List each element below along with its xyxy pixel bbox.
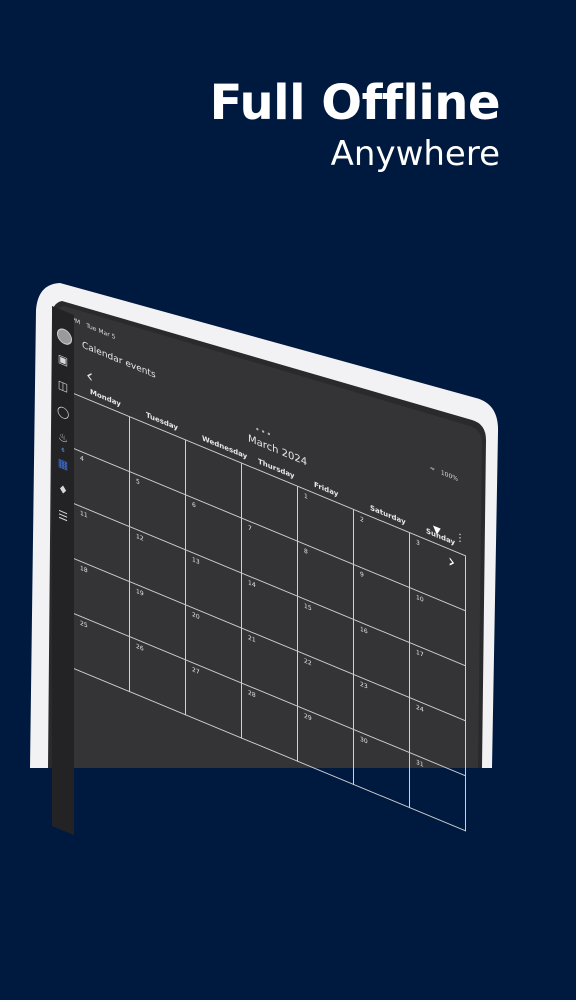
calendar-icon[interactable]: ▦	[57, 455, 69, 473]
tag-icon[interactable]: ♦	[57, 482, 69, 499]
book-icon[interactable]: ◫	[57, 377, 69, 395]
bell-badge: 6	[61, 446, 65, 455]
people-icon[interactable]: ◯	[57, 403, 69, 421]
menu-icon[interactable]: ☰	[57, 508, 69, 525]
tablet-device: 3:00 PM Tue Mar 5 ≈ 100% ▣ ◫ ◯ ♨6 ▦ ♦ ☰ …	[0, 0, 576, 836]
wifi-icon: ≈	[429, 464, 435, 474]
document-icon[interactable]: ▣	[57, 351, 69, 369]
avatar[interactable]	[57, 326, 72, 348]
back-chevron-icon[interactable]: ‹	[86, 364, 93, 388]
month-grid: 1 2 3 4 5 6 7 8 9 10 11 12 13 14 15 16 17 18 19 20 21 22 23 24 2…	[74, 393, 466, 832]
bell-icon[interactable]: ♨6	[57, 430, 69, 455]
navigation-rail: ▣ ◫ ◯ ♨6 ▦ ♦ ☰	[52, 306, 74, 836]
